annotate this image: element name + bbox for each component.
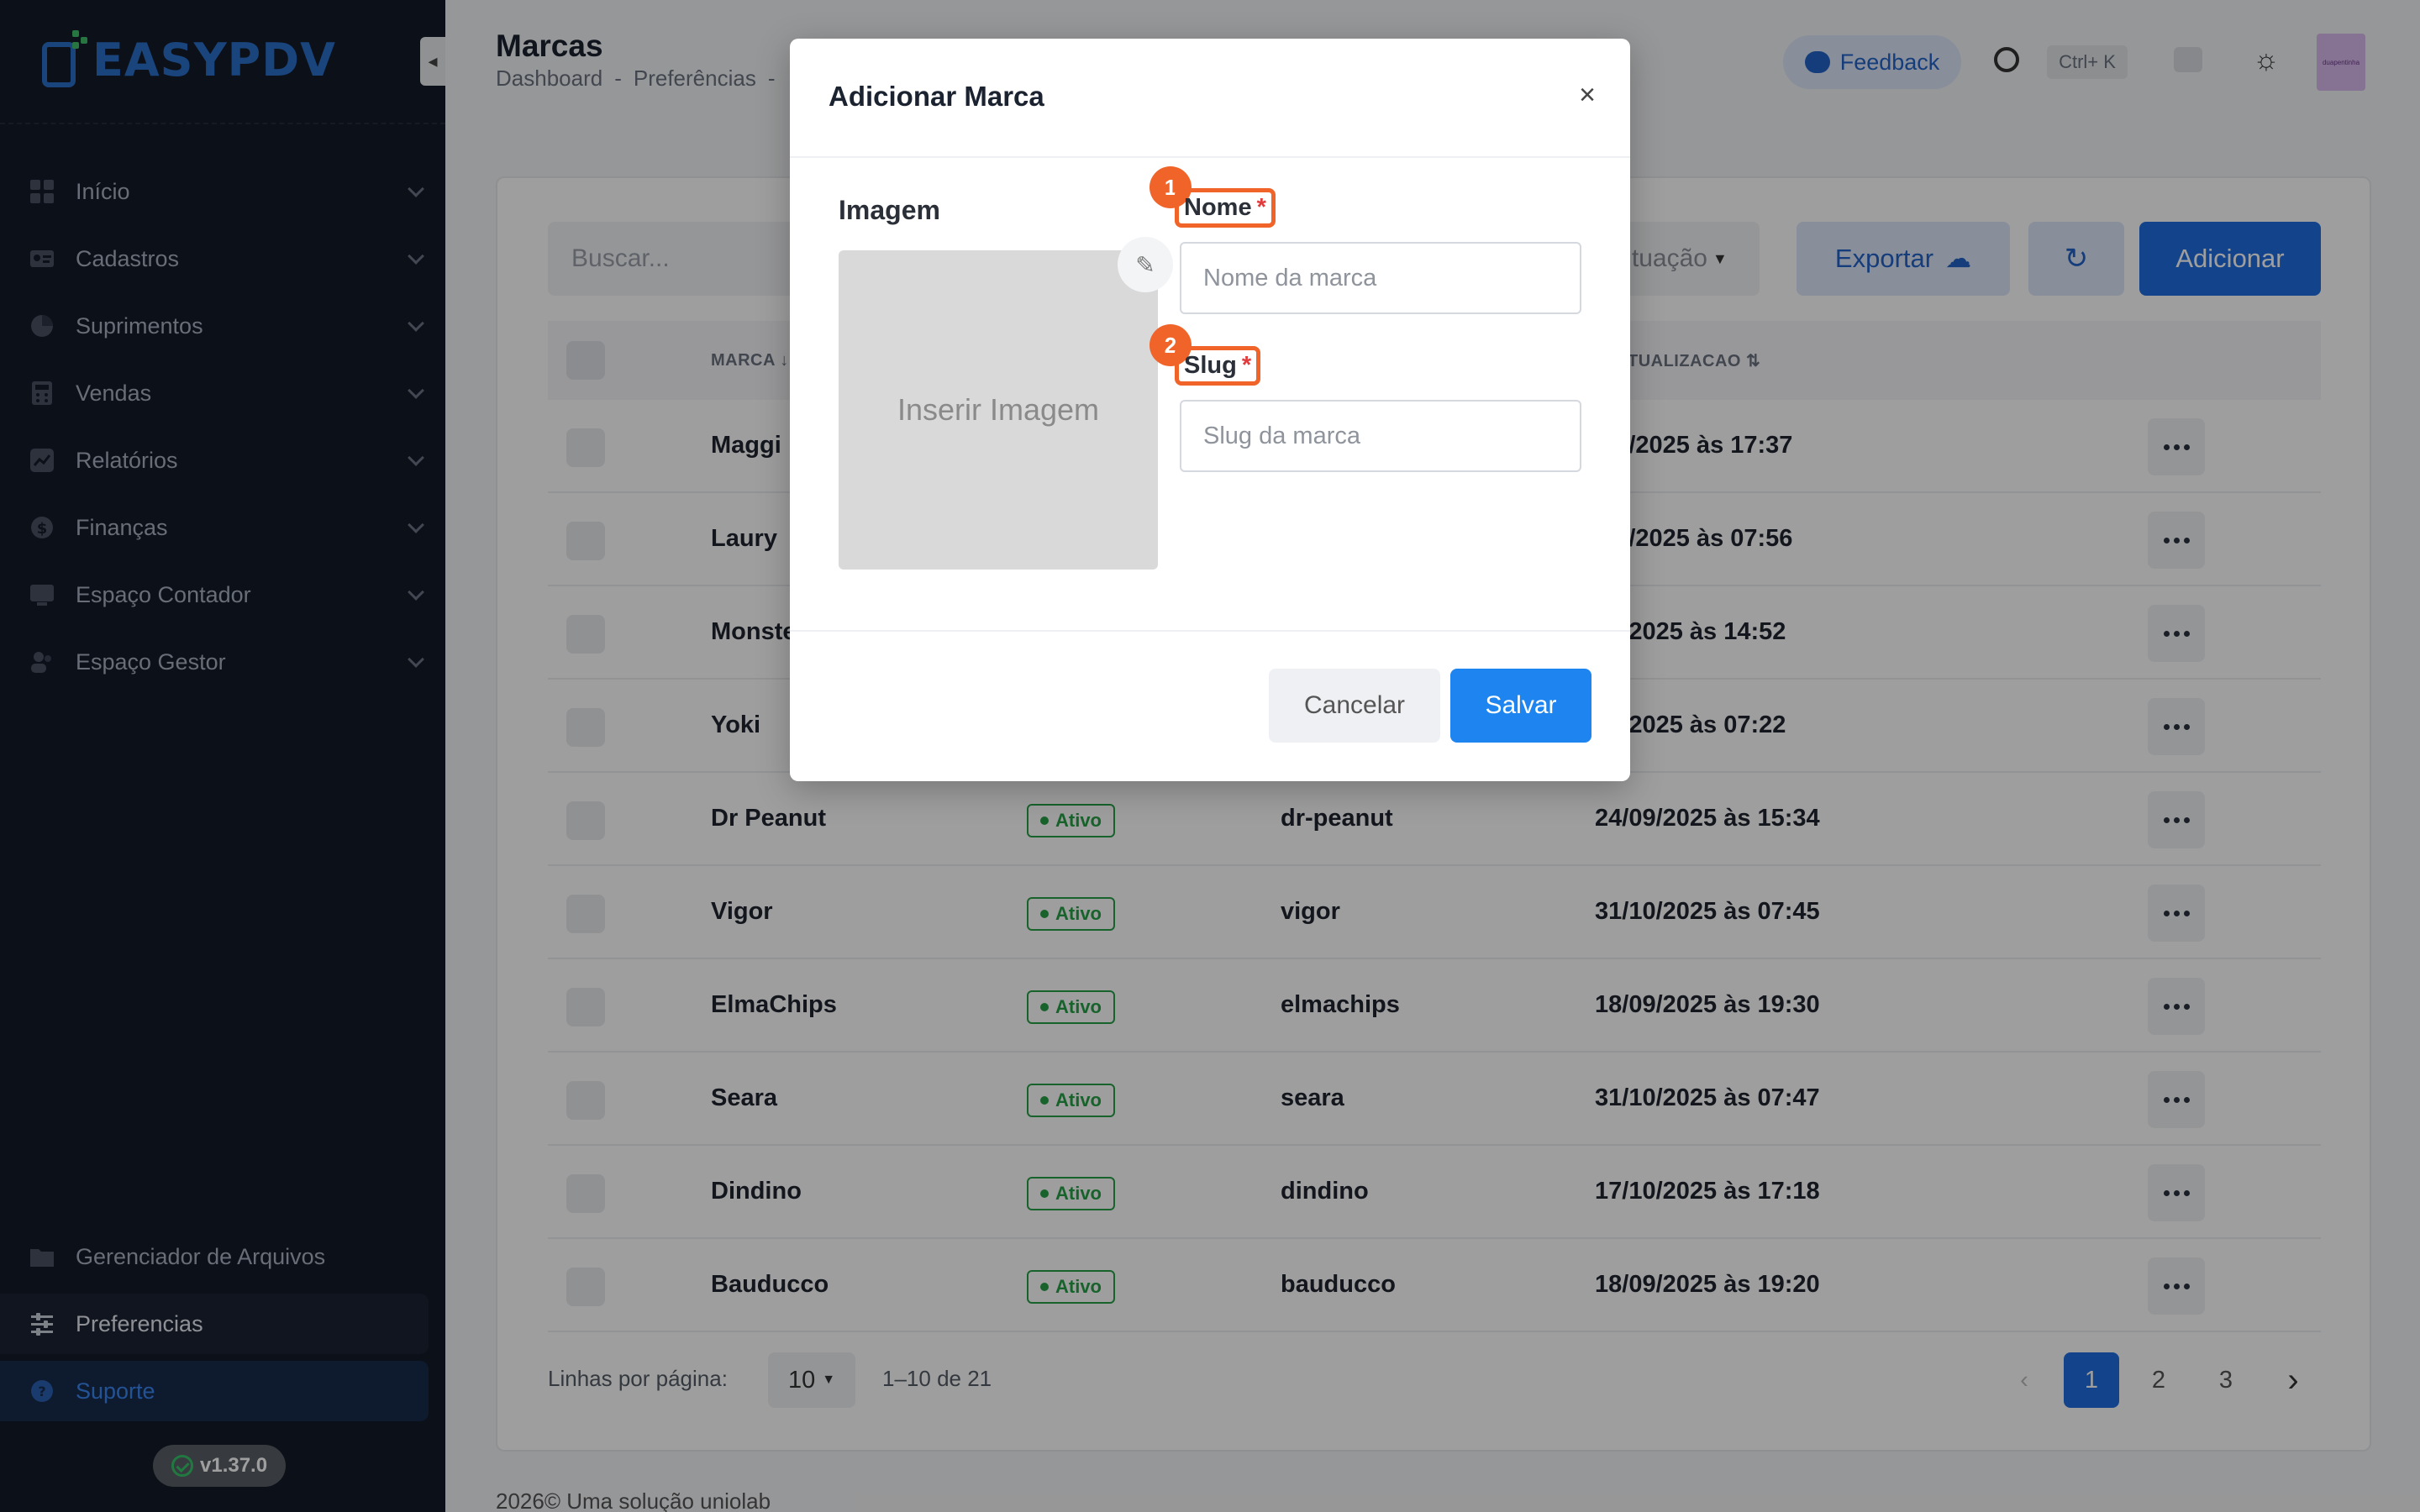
save-label: Salvar (1485, 691, 1557, 719)
add-brand-modal: Adicionar Marca × Imagem Inserir Imagem … (790, 39, 1630, 781)
close-icon[interactable]: × (1575, 81, 1600, 109)
cancel-label: Cancelar (1303, 691, 1406, 719)
image-placeholder: Inserir Imagem (897, 392, 1100, 427)
modal-title: Adicionar Marca (829, 81, 1044, 112)
name-input[interactable] (1180, 242, 1581, 314)
name-label: Nome * (1175, 188, 1276, 228)
slug-label: Slug * (1175, 346, 1261, 386)
image-upload-area[interactable]: Inserir Imagem (839, 250, 1158, 570)
save-button[interactable]: Salvar (1450, 669, 1591, 743)
name-label-text: Nome (1184, 194, 1252, 221)
modal-footer-divider (790, 630, 1630, 632)
modal-header-divider (790, 156, 1630, 158)
image-label: Imagem (839, 195, 940, 225)
required-mark: * (1256, 194, 1266, 221)
required-mark: * (1241, 352, 1252, 379)
slug-input[interactable] (1180, 400, 1581, 472)
pencil-icon[interactable]: ✎ (1118, 237, 1173, 292)
cancel-button[interactable]: Cancelar (1269, 669, 1440, 743)
slug-label-text: Slug (1184, 352, 1237, 379)
